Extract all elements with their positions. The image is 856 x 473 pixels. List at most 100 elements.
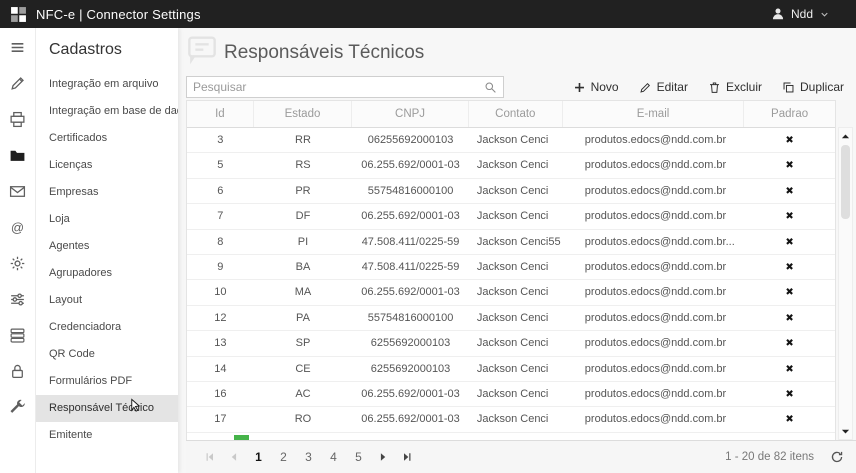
gear-icon[interactable]	[9, 255, 26, 272]
page-number[interactable]: 3	[296, 446, 321, 468]
cell-cnpj: 06.255.692/0001-03	[352, 382, 469, 406]
table-row[interactable]: 6 PR 55754816000100 Jackson Cenci produt…	[187, 179, 835, 204]
cell-contato: Jackson Cenci	[469, 331, 563, 355]
lock-icon[interactable]	[9, 363, 26, 380]
table-row[interactable]: 5 RS 06.255.692/0001-03 Jackson Cenci pr…	[187, 153, 835, 178]
sliders-icon[interactable]	[9, 291, 26, 308]
column-header-contato[interactable]: Contato	[469, 101, 563, 127]
sidebar-item[interactable]: Licenças	[36, 152, 178, 179]
table-row[interactable]: 8 PI 47.508.411/0225-59 Jackson Cenci55 …	[187, 230, 835, 255]
sidebar-item-label: Empresas	[49, 186, 99, 198]
sidebar-item-label: Licenças	[49, 159, 92, 171]
pagination-bar: 1 2 3 4 5 1 - 20 de 82 itens	[186, 440, 856, 473]
page-number[interactable]: 5	[346, 446, 371, 468]
cell-estado: SP	[254, 331, 352, 355]
column-header-email[interactable]: E-mail	[563, 101, 744, 127]
sidebar-item[interactable]: QR Code	[36, 341, 178, 368]
sidebar-item[interactable]: Empresas	[36, 179, 178, 206]
cell-cnpj: 55754816000100	[352, 306, 469, 330]
page-number[interactable]: 4	[321, 446, 346, 468]
next-page-button[interactable]	[371, 447, 395, 467]
table-row[interactable]: 12 PA 55754816000100 Jackson Cenci produ…	[187, 306, 835, 331]
cell-cnpj: 06.255.692/0001-03	[352, 204, 469, 228]
cell-id: 5	[187, 153, 254, 177]
cell-padrao-x-mark: ✖	[744, 357, 835, 381]
page-number[interactable]: 1	[246, 446, 271, 468]
column-header-padrao[interactable]: Padrao	[744, 101, 835, 127]
sidebar-item[interactable]: Loja	[36, 206, 178, 233]
column-header-id[interactable]: Id	[187, 101, 254, 127]
delete-button[interactable]: Excluir	[708, 80, 762, 94]
table-row[interactable]: 9 BA 47.508.411/0225-59 Jackson Cenci pr…	[187, 255, 835, 280]
edit-button[interactable]: Editar	[639, 80, 688, 94]
grid-header-row: Id Estado CNPJ Contato E-mail Padrao	[187, 101, 835, 128]
menu-icon[interactable]	[9, 39, 26, 56]
column-header-estado[interactable]: Estado	[254, 101, 352, 127]
cell-padrao-x-mark: ✖	[744, 179, 835, 203]
cell-contato: Jackson Cenci	[469, 407, 563, 431]
duplicate-button[interactable]: Duplicar	[782, 80, 844, 94]
table-row[interactable]: 17 RO 06.255.692/0001-03 Jackson Cenci p…	[187, 407, 835, 432]
sidebar-item[interactable]: Layout	[36, 287, 178, 314]
sidebar-item[interactable]: Agrupadores	[36, 260, 178, 287]
table-row[interactable]: 10 MA 06.255.692/0001-03 Jackson Cenci p…	[187, 280, 835, 305]
table-row[interactable]: 14 CE 6255692000103 Jackson Cenci produt…	[187, 357, 835, 382]
left-icon-strip: @	[0, 28, 36, 473]
cell-email: produtos.edocs@ndd.com.br...	[563, 230, 744, 254]
sidebar: Cadastros Integração em arquivo Integraç…	[36, 28, 178, 473]
table-row[interactable]: 13 SP 6255692000103 Jackson Cenci produt…	[187, 331, 835, 356]
column-header-cnpj[interactable]: CNPJ	[352, 101, 469, 127]
sidebar-item[interactable]: Integração em base de dados	[36, 98, 178, 125]
cell-cnpj: 06255692000103	[352, 128, 469, 152]
sidebar-item[interactable]: Responsável Técnico	[36, 395, 178, 422]
cell-email: produtos.edocs@ndd.com.br	[563, 179, 744, 203]
cell-padrao-x-mark: ✖	[744, 128, 835, 152]
at-icon[interactable]: @	[9, 219, 26, 236]
table-row-partial[interactable]	[187, 433, 835, 440]
page-number[interactable]: 2	[271, 446, 296, 468]
user-icon	[771, 7, 785, 21]
refresh-button[interactable]	[830, 450, 844, 464]
cell-id: 13	[187, 331, 254, 355]
new-button[interactable]: Novo	[573, 80, 619, 94]
folder-icon[interactable]	[9, 147, 26, 164]
sidebar-item-label: Credenciadora	[49, 321, 121, 333]
cell-cnpj: 06.255.692/0001-03	[352, 153, 469, 177]
cell-estado: PR	[254, 179, 352, 203]
sidebar-item-label: Formulários PDF	[49, 375, 132, 387]
wrench-icon[interactable]	[9, 399, 26, 416]
sidebar-item-label: Emitente	[49, 429, 92, 441]
grid-scrollbar[interactable]	[838, 127, 853, 440]
cell-id: 3	[187, 128, 254, 152]
first-page-button[interactable]	[198, 447, 222, 467]
table-row[interactable]: 16 AC 06.255.692/0001-03 Jackson Cenci p…	[187, 382, 835, 407]
scrollbar-up-button[interactable]	[839, 129, 852, 143]
sidebar-item[interactable]: Formulários PDF	[36, 368, 178, 395]
sidebar-item[interactable]: Integração em arquivo	[36, 71, 178, 98]
cell-id: 8	[187, 230, 254, 254]
user-menu[interactable]: Ndd	[771, 7, 830, 21]
cell-contato: Jackson Cenci	[469, 306, 563, 330]
cell-estado: RO	[254, 407, 352, 431]
cell-email: produtos.edocs@ndd.com.br	[563, 153, 744, 177]
sidebar-item[interactable]: Credenciadora	[36, 314, 178, 341]
scrollbar-down-button[interactable]	[839, 424, 852, 438]
sidebar-item[interactable]: Agentes	[36, 233, 178, 260]
layers-icon[interactable]	[9, 327, 26, 344]
app-logo-icon	[10, 6, 27, 23]
sidebar-item[interactable]: Emitente	[36, 422, 178, 449]
printer-icon[interactable]	[9, 111, 26, 128]
cell-cnpj: 6255692000103	[352, 331, 469, 355]
scrollbar-thumb[interactable]	[841, 145, 850, 219]
previous-page-button[interactable]	[222, 447, 246, 467]
top-bar: NFC-e | Connector Settings Ndd	[0, 0, 856, 28]
last-page-button[interactable]	[395, 447, 419, 467]
cell-estado: PI	[254, 230, 352, 254]
table-row[interactable]: 3 RR 06255692000103 Jackson Cenci produt…	[187, 128, 835, 153]
search-input[interactable]	[193, 80, 484, 94]
sidebar-item[interactable]: Certificados	[36, 125, 178, 152]
envelope-icon[interactable]	[9, 183, 26, 200]
table-row[interactable]: 7 DF 06.255.692/0001-03 Jackson Cenci pr…	[187, 204, 835, 229]
cell-contato: Jackson Cenci	[469, 179, 563, 203]
pen-icon[interactable]	[9, 75, 26, 92]
